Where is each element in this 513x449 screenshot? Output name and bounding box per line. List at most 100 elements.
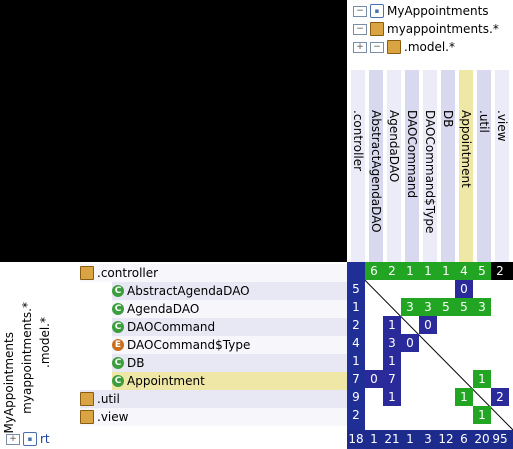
row-total[interactable]: 2	[347, 316, 365, 334]
matrix-cell[interactable]: 3	[419, 298, 437, 316]
enum-icon: E	[112, 339, 124, 351]
row-header[interactable]: .util	[80, 390, 347, 408]
tree-package-label: myappointments.*	[387, 22, 499, 36]
tree-row-package[interactable]: − myappointments.*	[353, 20, 499, 38]
row-header-label: .util	[97, 392, 120, 406]
footer-total[interactable]: 1	[401, 430, 419, 448]
column-total[interactable]: 6	[365, 262, 383, 280]
matrix-cell[interactable]: 0	[419, 316, 437, 334]
package-icon	[370, 22, 384, 36]
row-header-label: AbstractAgendaDAO	[127, 284, 250, 298]
column-header[interactable]: .view	[495, 70, 509, 262]
matrix-cell[interactable]: 1	[473, 370, 491, 388]
rt-label: rt	[40, 432, 50, 446]
matrix-cell[interactable]: 1	[383, 388, 401, 406]
matrix-cell[interactable]: 2	[491, 388, 509, 406]
row-header[interactable]: C AbstractAgendaDAO	[112, 282, 347, 300]
footer-total[interactable]: 95	[491, 430, 509, 448]
column-header-label: .view	[495, 110, 509, 142]
class-icon: C	[112, 357, 124, 369]
side-label-root: MyAppointments	[2, 332, 16, 434]
column-total[interactable]: 5	[473, 262, 491, 280]
row-total[interactable]: 1	[347, 352, 365, 370]
column-header-label: DB	[441, 110, 455, 128]
matrix-cell[interactable]: 1	[455, 388, 473, 406]
column-header-label: DAOCommand	[405, 110, 419, 199]
column-header[interactable]: Appointment	[459, 70, 473, 262]
column-header-label: .controller	[351, 110, 365, 172]
footer-total[interactable]: 1	[365, 430, 383, 448]
column-total[interactable]: 2	[383, 262, 401, 280]
package-icon	[80, 410, 94, 424]
row-total[interactable]: 1	[347, 298, 365, 316]
package-icon	[80, 266, 94, 280]
expand-icon[interactable]: +	[6, 433, 20, 445]
column-header[interactable]: DB	[441, 70, 455, 262]
expand-icon[interactable]: +	[353, 41, 367, 53]
column-header[interactable]: .util	[477, 70, 491, 262]
column-header[interactable]: AgendaDAO	[387, 70, 401, 262]
row-header[interactable]: .view	[80, 408, 347, 426]
row-header[interactable]: C DB	[112, 354, 347, 372]
footer-total[interactable]: 18	[347, 430, 365, 448]
matrix-cell[interactable]: 0	[365, 370, 383, 388]
row-header-label: AgendaDAO	[127, 302, 200, 316]
row-header[interactable]: .controller	[80, 264, 347, 282]
row-header-label: .view	[97, 410, 129, 424]
row-header[interactable]: E DAOCommand$Type	[112, 336, 347, 354]
column-tree-panel: − ▪ MyAppointments − myappointments.* + …	[347, 0, 513, 262]
class-icon: C	[112, 321, 124, 333]
matrix-cell[interactable]: 3	[401, 298, 419, 316]
matrix-cell[interactable]: 5	[437, 298, 455, 316]
row-total[interactable]: 5	[347, 280, 365, 298]
tree-row-model[interactable]: + − .model.*	[353, 38, 455, 56]
project-icon: ▪	[370, 4, 384, 18]
column-total[interactable]: 1	[401, 262, 419, 280]
row-header[interactable]: C Appointment	[112, 372, 347, 390]
package-icon	[80, 392, 94, 406]
package-icon	[387, 40, 401, 54]
column-header-label: AbstractAgendaDAO	[369, 110, 383, 233]
column-header-label: Appointment	[459, 110, 473, 188]
column-header[interactable]: DAOCommand$Type	[423, 70, 437, 262]
footer-total[interactable]: 20	[473, 430, 491, 448]
row-header[interactable]: C AgendaDAO	[112, 300, 347, 318]
matrix-cell[interactable]: 1	[473, 406, 491, 424]
column-total[interactable]: 2	[491, 262, 509, 280]
row-header[interactable]: C DAOCommand	[112, 318, 347, 336]
rt-row[interactable]: + ▪ rt	[6, 430, 50, 448]
matrix-cell[interactable]: 7	[383, 370, 401, 388]
matrix-cell[interactable]: 1	[383, 352, 401, 370]
row-total[interactable]: 2	[347, 406, 365, 424]
column-total[interactable]: 1	[419, 262, 437, 280]
row-header-label: DAOCommand$Type	[127, 338, 251, 352]
matrix-cell[interactable]: 1	[383, 316, 401, 334]
matrix-cell[interactable]: 0	[401, 334, 419, 352]
collapse-icon[interactable]: −	[353, 5, 367, 17]
footer-total[interactable]: 3	[419, 430, 437, 448]
collapse-icon[interactable]: −	[353, 23, 367, 35]
dependency-matrix: 6 2 1 1 1 4 5 2 5 1 2 4 1 7 9 2 18 1 21 1 3 12 6 20 95 0 3 3 5 5 3 1 0 3 0…	[347, 262, 513, 449]
column-header-label: AgendaDAO	[387, 110, 401, 183]
class-icon: C	[112, 303, 124, 315]
column-header[interactable]: DAOCommand	[405, 70, 419, 262]
footer-total[interactable]: 12	[437, 430, 455, 448]
matrix-cell[interactable]: 3	[383, 334, 401, 352]
row-header-label: .controller	[97, 266, 159, 280]
side-label-package: myappointments.*	[20, 302, 34, 414]
matrix-cell[interactable]: 5	[455, 298, 473, 316]
footer-total[interactable]: 6	[455, 430, 473, 448]
collapse-icon[interactable]: −	[370, 41, 384, 53]
column-total[interactable]: 4	[455, 262, 473, 280]
footer-total[interactable]: 21	[383, 430, 401, 448]
tree-row-root[interactable]: − ▪ MyAppointments	[353, 2, 489, 20]
matrix-cell[interactable]: 3	[473, 298, 491, 316]
row-total[interactable]: 9	[347, 388, 365, 406]
row-total[interactable]: 7	[347, 370, 365, 388]
matrix-cell[interactable]: 0	[455, 280, 473, 298]
column-header-label: .util	[477, 110, 491, 133]
column-header[interactable]: .controller	[351, 70, 365, 262]
column-header[interactable]: AbstractAgendaDAO	[369, 70, 383, 262]
column-total[interactable]: 1	[437, 262, 455, 280]
row-total[interactable]: 4	[347, 334, 365, 352]
